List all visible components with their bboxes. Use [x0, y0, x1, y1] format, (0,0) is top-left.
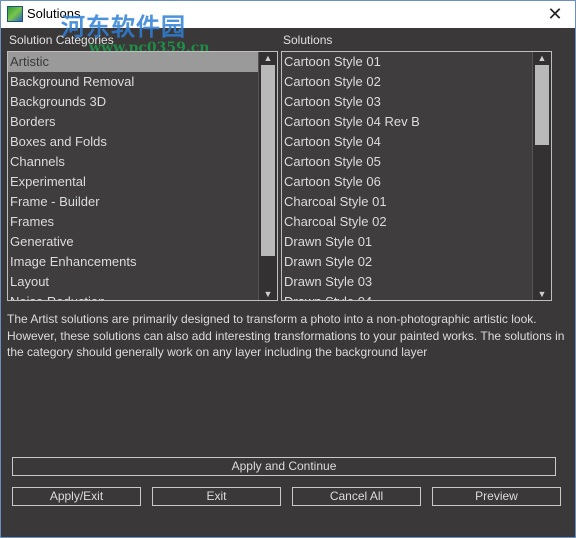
title-bar: Solutions 河东软件园 www.pc0359.cn ✕: [1, 1, 575, 56]
solutions-list-item[interactable]: Drawn Style 03: [282, 272, 532, 292]
categories-list-item[interactable]: Artistic: [8, 52, 258, 72]
categories-list-item[interactable]: Borders: [8, 112, 258, 132]
solutions-list-item[interactable]: Cartoon Style 02: [282, 72, 532, 92]
category-description: The Artist solutions are primarily desig…: [7, 312, 565, 359]
categories-list-item[interactable]: Backgrounds 3D: [8, 92, 258, 112]
solutions-list: Cartoon Style 01 Cartoon Style 02 Cartoon …: [282, 52, 532, 300]
categories-list-item[interactable]: Background Removal: [8, 72, 258, 92]
apply-and-continue-button[interactable]: Apply and Continue: [12, 457, 556, 476]
cancel-all-button[interactable]: Cancel All: [292, 487, 421, 506]
categories-label: Solution Categories: [9, 33, 114, 47]
solutions-list-item[interactable]: Cartoon Style 04 Rev B: [282, 112, 532, 132]
solutions-list-item[interactable]: Cartoon Style 06: [282, 172, 532, 192]
scroll-up-icon[interactable]: ▲: [259, 52, 277, 64]
categories-list-item[interactable]: Frame - Builder: [8, 192, 258, 212]
solutions-list-item[interactable]: Drawn Style 04: [282, 292, 532, 300]
solutions-list-item[interactable]: Cartoon Style 04: [282, 132, 532, 152]
solutions-listbox[interactable]: Cartoon Style 01 Cartoon Style 02 Cartoon …: [281, 51, 552, 301]
categories-list-item[interactable]: Experimental: [8, 172, 258, 192]
solutions-list-item[interactable]: Drawn Style 01: [282, 232, 532, 252]
solutions-scroll-thumb[interactable]: [535, 65, 549, 145]
solutions-list-item[interactable]: Drawn Style 02: [282, 252, 532, 272]
close-button[interactable]: ✕: [535, 1, 575, 28]
solutions-list-item[interactable]: Charcoal Style 01: [282, 192, 532, 212]
categories-list-item[interactable]: Channels: [8, 152, 258, 172]
scroll-down-icon[interactable]: ▼: [533, 288, 551, 300]
exit-button[interactable]: Exit: [152, 487, 281, 506]
categories-list-item[interactable]: Layout: [8, 272, 258, 292]
solutions-list-item[interactable]: Cartoon Style 03: [282, 92, 532, 112]
solutions-label: Solutions: [283, 33, 333, 47]
categories-listbox[interactable]: Artistic Background Removal Backgrounds 3D…: [7, 51, 278, 301]
categories-list-item[interactable]: Frames: [8, 212, 258, 232]
solutions-list-item[interactable]: Cartoon Style 01: [282, 52, 532, 72]
solutions-scrollbar[interactable]: ▲ ▼: [532, 52, 551, 300]
categories-list-item[interactable]: Generative: [8, 232, 258, 252]
watermark: 河东软件园 www.pc0359.cn: [61, 7, 209, 56]
scroll-down-icon[interactable]: ▼: [259, 288, 277, 300]
categories-list-item[interactable]: Image Enhancements: [8, 252, 258, 272]
app-icon: [7, 6, 23, 22]
categories-list-item[interactable]: Boxes and Folds: [8, 132, 258, 152]
solutions-list-item[interactable]: Cartoon Style 05: [282, 152, 532, 172]
categories-scrollbar[interactable]: ▲ ▼: [258, 52, 277, 300]
scroll-up-icon[interactable]: ▲: [533, 52, 551, 64]
apply-exit-button[interactable]: Apply/Exit: [12, 487, 141, 506]
preview-button[interactable]: Preview: [432, 487, 561, 506]
categories-scroll-thumb[interactable]: [261, 65, 275, 256]
categories-list: Artistic Background Removal Backgrounds 3D…: [8, 52, 258, 300]
categories-list-item[interactable]: Noise Reduction: [8, 292, 258, 300]
solutions-list-item[interactable]: Charcoal Style 02: [282, 212, 532, 232]
solutions-dialog: Solutions 河东软件园 www.pc0359.cn ✕ Solution…: [0, 0, 576, 538]
